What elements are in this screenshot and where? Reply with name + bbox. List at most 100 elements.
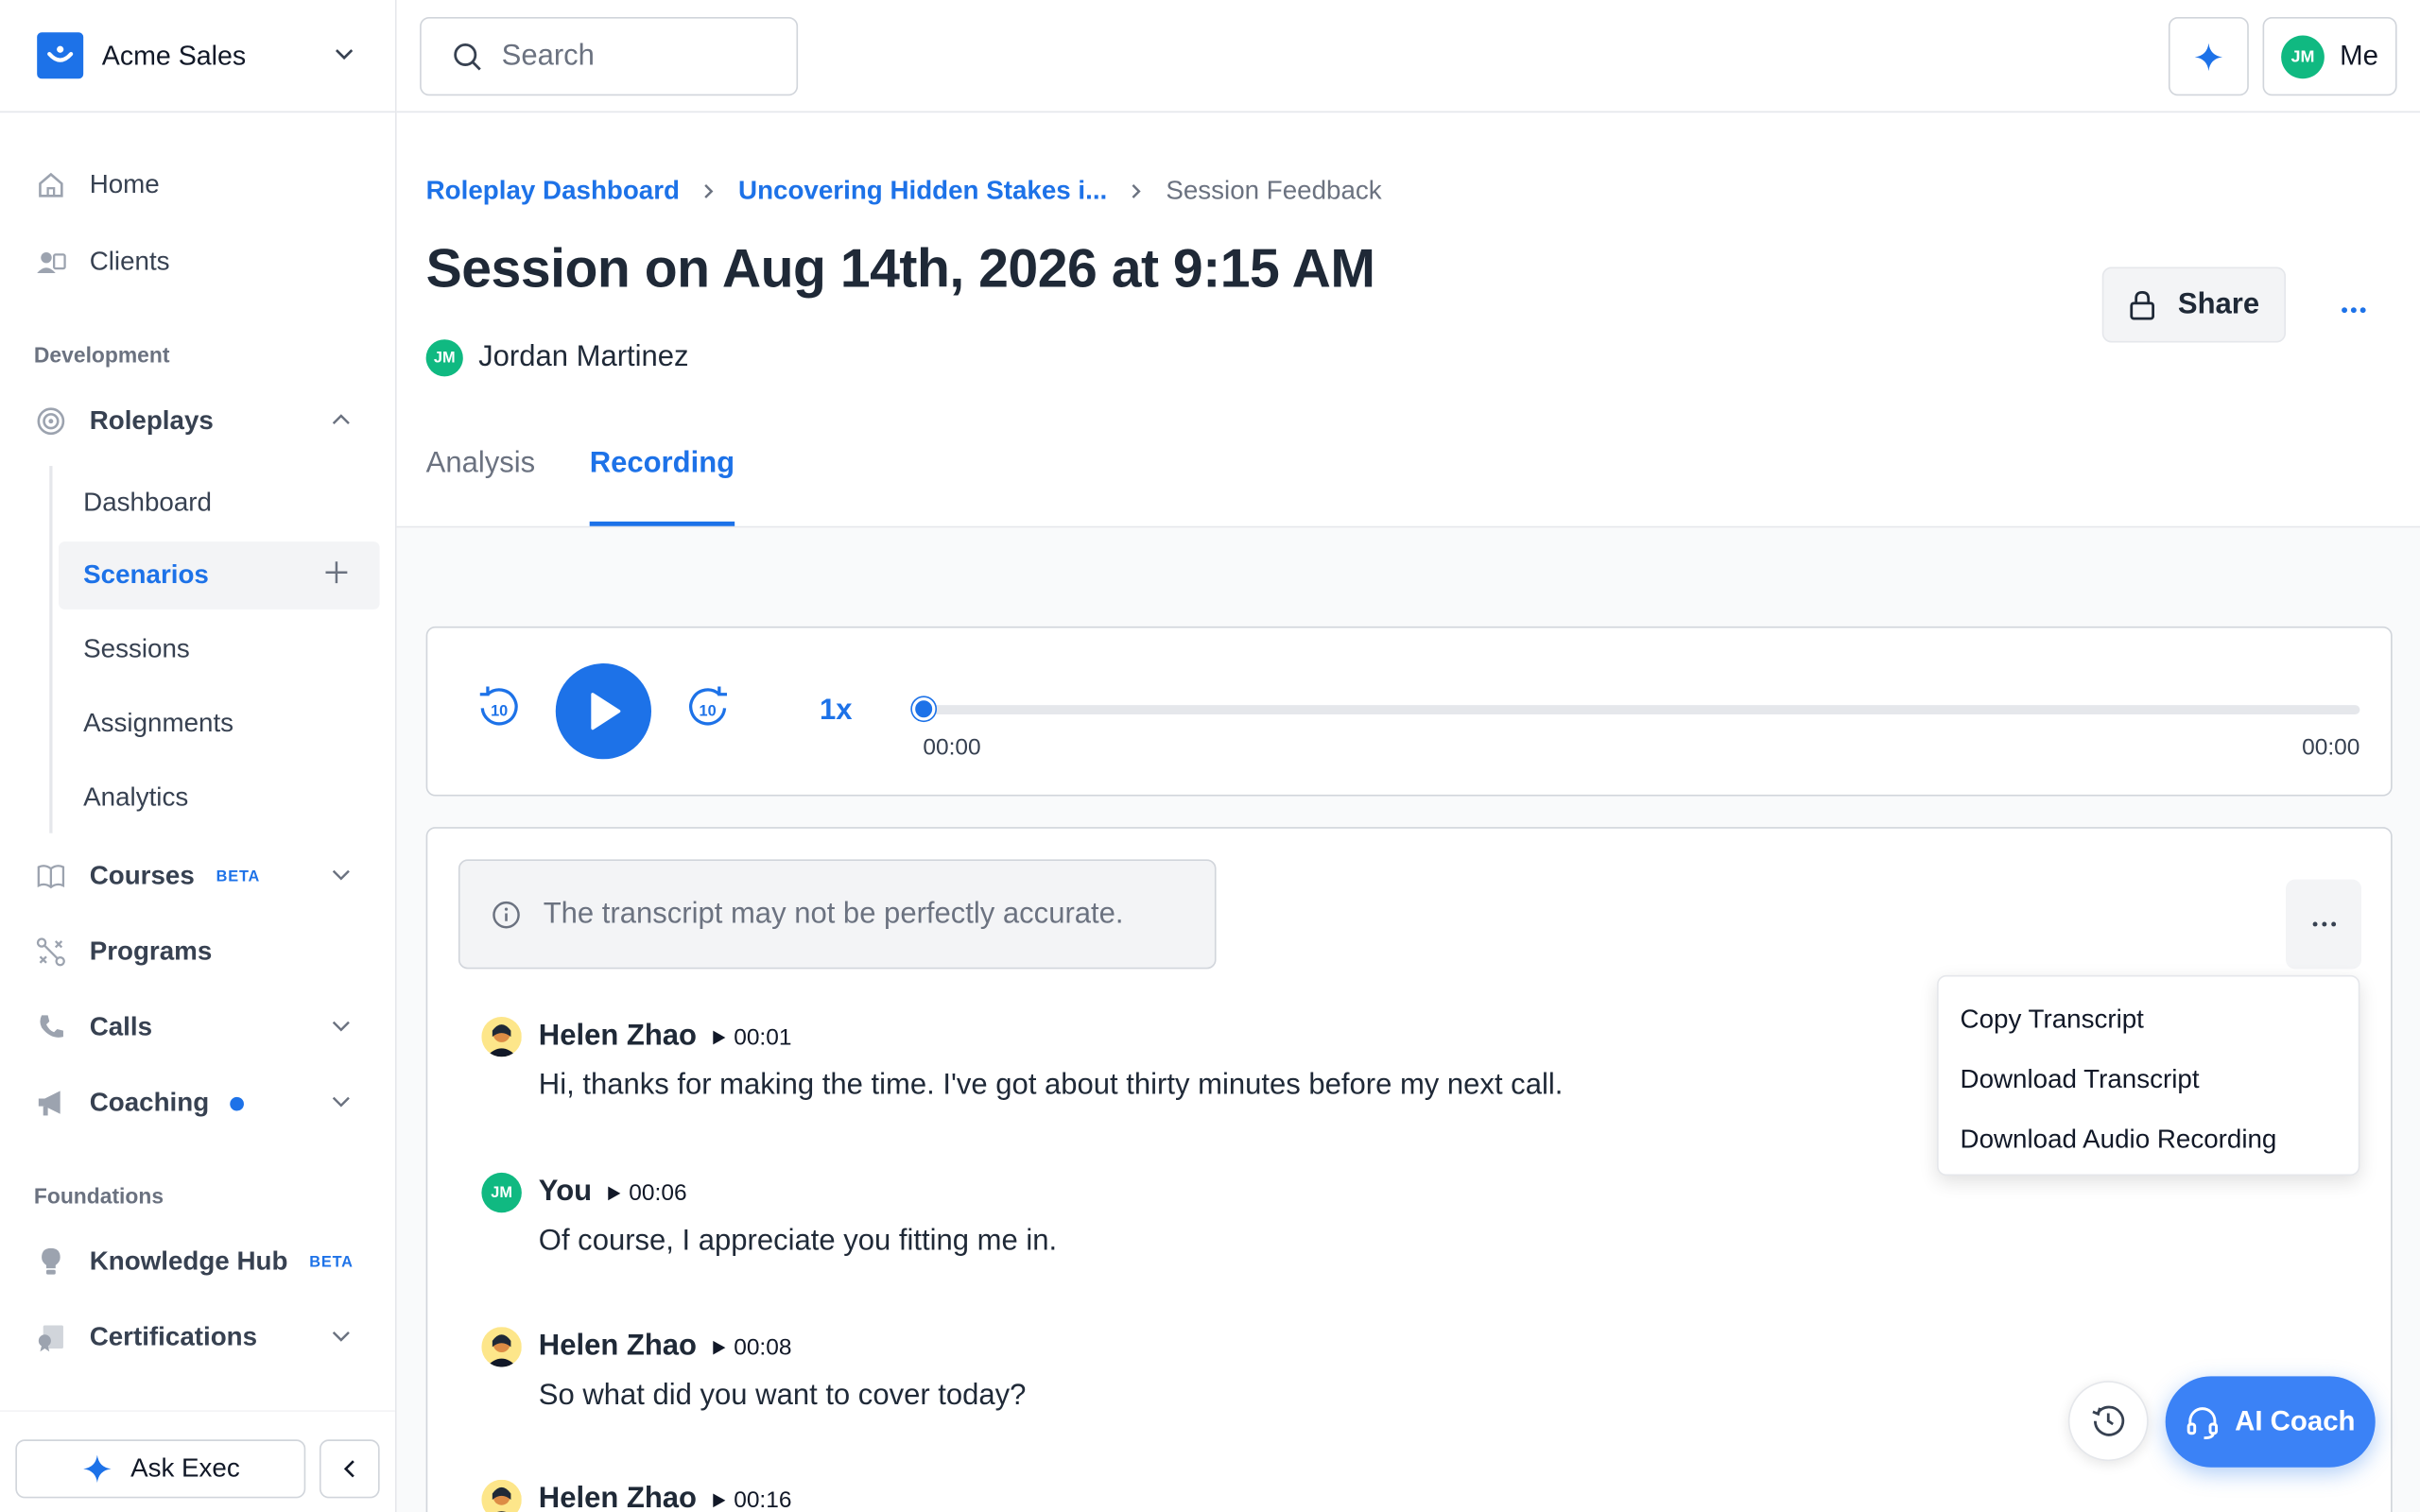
message-text: So what did you want to cover today? <box>538 1379 1027 1412</box>
playback-speed-button[interactable]: 1x <box>820 695 853 729</box>
timestamp-link[interactable]: 00:16 <box>712 1486 791 1512</box>
nav-programs[interactable]: Programs <box>34 924 364 980</box>
breadcrumb-current: Session Feedback <box>1166 176 1382 206</box>
nav-courses[interactable]: Courses BETA <box>34 849 364 904</box>
headset-icon <box>2187 1406 2219 1439</box>
timestamp-link[interactable]: 00:01 <box>712 1023 791 1050</box>
ellipsis-icon <box>2311 921 2336 927</box>
history-button[interactable] <box>2067 1381 2149 1462</box>
chevron-right-icon <box>1129 182 1144 201</box>
tab-recording[interactable]: Recording <box>589 447 735 526</box>
chevron-down-icon <box>332 1021 350 1032</box>
play-icon <box>713 1339 727 1354</box>
timestamp: 00:16 <box>734 1486 792 1512</box>
nav-coaching[interactable]: Coaching <box>34 1075 364 1131</box>
progress-track[interactable] <box>924 705 2360 714</box>
forward-10-icon[interactable]: 10 <box>687 686 731 738</box>
avatar: JM <box>425 339 463 377</box>
tab-bar: Analysis Recording <box>396 435 2420 528</box>
section-foundations: Foundations <box>33 1183 164 1209</box>
play-icon <box>713 1029 727 1044</box>
sparkle-icon <box>82 1454 111 1484</box>
breadcrumb-scenario[interactable]: Uncovering Hidden Stakes i... <box>738 176 1107 207</box>
transcript-notice: The transcript may not be perfectly accu… <box>458 859 1217 970</box>
nav-programs-label: Programs <box>89 936 213 967</box>
current-time: 00:00 <box>923 734 981 761</box>
collapse-sidebar-button[interactable] <box>319 1439 380 1499</box>
nav-certifications-label: Certifications <box>89 1322 258 1352</box>
transcript-more-button[interactable] <box>2286 879 2362 970</box>
owner-name: Jordan Martinez <box>478 340 689 374</box>
org-switcher[interactable]: Acme Sales <box>0 0 395 113</box>
sidebar-item-sessions[interactable]: Sessions <box>59 615 380 683</box>
search-icon <box>454 43 481 70</box>
search-box[interactable] <box>420 16 799 96</box>
speaker-name: You <box>538 1176 593 1209</box>
more-options-icon[interactable] <box>2330 287 2377 334</box>
transcript-message: Helen Zhao 00:01 Hi, thanks for making t… <box>481 1014 1563 1104</box>
sidebar-item-dashboard[interactable]: Dashboard <box>59 469 380 537</box>
nav-calls[interactable]: Calls <box>34 1000 364 1056</box>
sidebar: Acme Sales Home Clients Development Role… <box>0 0 397 1512</box>
timestamp-link[interactable]: 00:08 <box>712 1333 791 1360</box>
plus-icon[interactable] <box>324 560 349 585</box>
ai-coach-label: AI Coach <box>2235 1405 2356 1437</box>
transcript-message: Helen Zhao 00:16 <box>481 1476 791 1512</box>
tab-analysis[interactable]: Analysis <box>426 447 536 524</box>
play-button[interactable] <box>555 663 651 760</box>
transcript-message: JM You 00:06 Of course, I appreciate you… <box>481 1170 1057 1260</box>
helen-avatar <box>481 1327 522 1367</box>
target-icon <box>34 404 68 438</box>
sidebar-item-analytics[interactable]: Analytics <box>59 764 380 832</box>
nav-roleplays[interactable]: Roleplays <box>34 393 364 449</box>
nav-home[interactable]: Home <box>34 158 364 214</box>
nav-certifications[interactable]: Certifications <box>34 1310 364 1366</box>
chevron-down-icon <box>332 1096 350 1108</box>
org-name: Acme Sales <box>101 39 247 71</box>
sidebar-item-assignments[interactable]: Assignments <box>59 690 380 758</box>
history-icon <box>2092 1405 2125 1436</box>
ask-exec-label: Ask Exec <box>130 1453 240 1484</box>
breadcrumb: Roleplay Dashboard Uncovering Hidden Sta… <box>426 176 1382 207</box>
info-icon <box>493 901 520 928</box>
ai-coach-button[interactable]: AI Coach <box>2165 1376 2376 1468</box>
speaker-name: Helen Zhao <box>538 1483 698 1512</box>
menu-download-transcript[interactable]: Download Transcript <box>1939 1049 2359 1109</box>
section-development: Development <box>33 342 170 368</box>
speaker-name: Helen Zhao <box>538 1020 698 1053</box>
sidebar-item-scenarios-label: Scenarios <box>83 559 209 590</box>
nav-courses-label: Courses <box>89 861 195 891</box>
play-icon <box>713 1492 727 1507</box>
breadcrumb-roleplay-dashboard[interactable]: Roleplay Dashboard <box>426 176 680 207</box>
user-label: Me <box>2340 40 2379 72</box>
play-icon <box>591 693 621 730</box>
org-logo-icon <box>37 32 84 79</box>
ask-exec-button[interactable]: Ask Exec <box>15 1439 306 1499</box>
search-input[interactable] <box>501 39 780 74</box>
nav-clients[interactable]: Clients <box>34 234 364 290</box>
top-bar: JM Me <box>396 0 2420 113</box>
share-button[interactable]: Share <box>2101 266 2287 343</box>
avatar: JM <box>2281 34 2325 78</box>
menu-copy-transcript[interactable]: Copy Transcript <box>1939 989 2359 1050</box>
page-title: Session on Aug 14th, 2026 at 9:15 AM <box>425 239 1375 300</box>
timestamp-link[interactable]: 00:06 <box>607 1179 687 1206</box>
menu-download-audio[interactable]: Download Audio Recording <box>1939 1109 2359 1170</box>
lightbulb-icon <box>34 1246 68 1280</box>
message-text: Of course, I appreciate you fitting me i… <box>538 1225 1058 1258</box>
total-time: 00:00 <box>2302 734 2360 761</box>
progress-thumb[interactable] <box>911 696 936 721</box>
rewind-10-icon[interactable]: 10 <box>477 686 521 738</box>
sidebar-item-scenarios[interactable]: Scenarios <box>59 541 380 610</box>
nav-knowledge-hub[interactable]: Knowledge Hub BETA <box>34 1234 364 1290</box>
chevron-down-icon <box>336 49 354 60</box>
megaphone-icon <box>34 1086 68 1120</box>
ai-assistant-button[interactable] <box>2168 16 2249 96</box>
message-text: Hi, thanks for making the time. I've got… <box>538 1069 1564 1102</box>
speaker-name: Helen Zhao <box>538 1330 698 1363</box>
chevron-down-icon <box>332 1331 350 1342</box>
user-menu-button[interactable]: JM Me <box>2262 16 2397 96</box>
home-icon <box>34 168 68 202</box>
timestamp: 00:01 <box>734 1023 792 1051</box>
timestamp: 00:08 <box>734 1333 792 1361</box>
